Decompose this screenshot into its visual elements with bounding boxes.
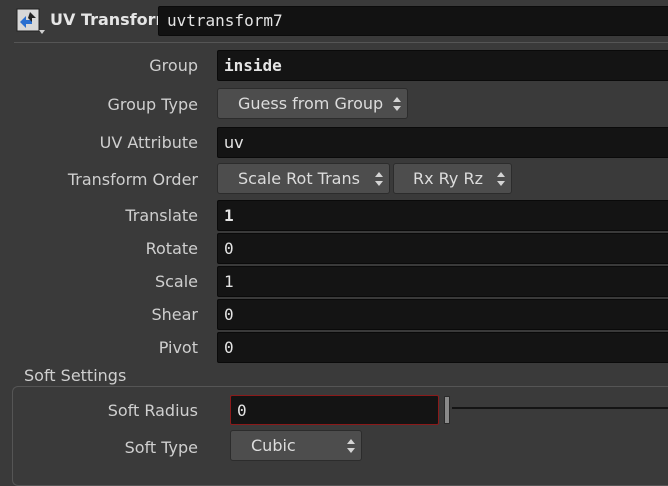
soft-radius-field[interactable]: 0: [230, 395, 439, 425]
parameter-header: UV Transform uvtransform7: [0, 0, 668, 42]
pivot-field[interactable]: 0: [217, 332, 668, 363]
translate-label: Translate: [125, 206, 198, 225]
uv-transform-node-icon[interactable]: [16, 8, 46, 38]
soft-radius-slider-track[interactable]: [452, 407, 668, 409]
header-divider: [14, 42, 668, 43]
group-field[interactable]: inside: [217, 50, 668, 81]
shear-field[interactable]: 0: [217, 299, 668, 330]
shear-label: Shear: [151, 305, 198, 324]
transform-order-dropdown[interactable]: Scale Rot Trans: [217, 163, 390, 194]
updown-arrow-icon: [347, 439, 355, 453]
uv-attribute-label: UV Attribute: [99, 133, 198, 152]
group-type-label: Group Type: [107, 95, 198, 114]
transform-order-value: Scale Rot Trans: [238, 169, 360, 188]
rotate-field[interactable]: 0: [217, 233, 668, 264]
group-type-dropdown[interactable]: Guess from Group: [217, 88, 408, 119]
pivot-label: Pivot: [158, 338, 198, 357]
soft-settings-title: Soft Settings: [20, 366, 131, 385]
scale-label: Scale: [154, 272, 198, 291]
node-name-field[interactable]: uvtransform7: [158, 6, 668, 36]
updown-arrow-icon: [393, 97, 401, 111]
translate-field[interactable]: 1: [217, 200, 668, 231]
group-type-value: Guess from Group: [238, 94, 384, 113]
updown-arrow-icon: [375, 172, 383, 186]
scale-field[interactable]: 1: [217, 266, 668, 297]
updown-arrow-icon: [497, 172, 505, 186]
rotation-order-dropdown[interactable]: Rx Ry Rz: [393, 163, 512, 194]
node-type-label: UV Transform: [50, 10, 173, 29]
uv-attribute-field[interactable]: uv: [217, 127, 668, 158]
transform-order-label: Transform Order: [67, 170, 198, 189]
soft-type-label: Soft Type: [124, 438, 198, 457]
soft-radius-slider-handle[interactable]: [444, 396, 450, 424]
rotation-order-value: Rx Ry Rz: [413, 169, 483, 188]
group-label: Group: [149, 56, 198, 75]
rotate-label: Rotate: [145, 239, 198, 258]
soft-radius-label: Soft Radius: [107, 401, 198, 420]
soft-type-value: Cubic: [251, 436, 296, 455]
soft-type-dropdown[interactable]: Cubic: [230, 430, 362, 461]
